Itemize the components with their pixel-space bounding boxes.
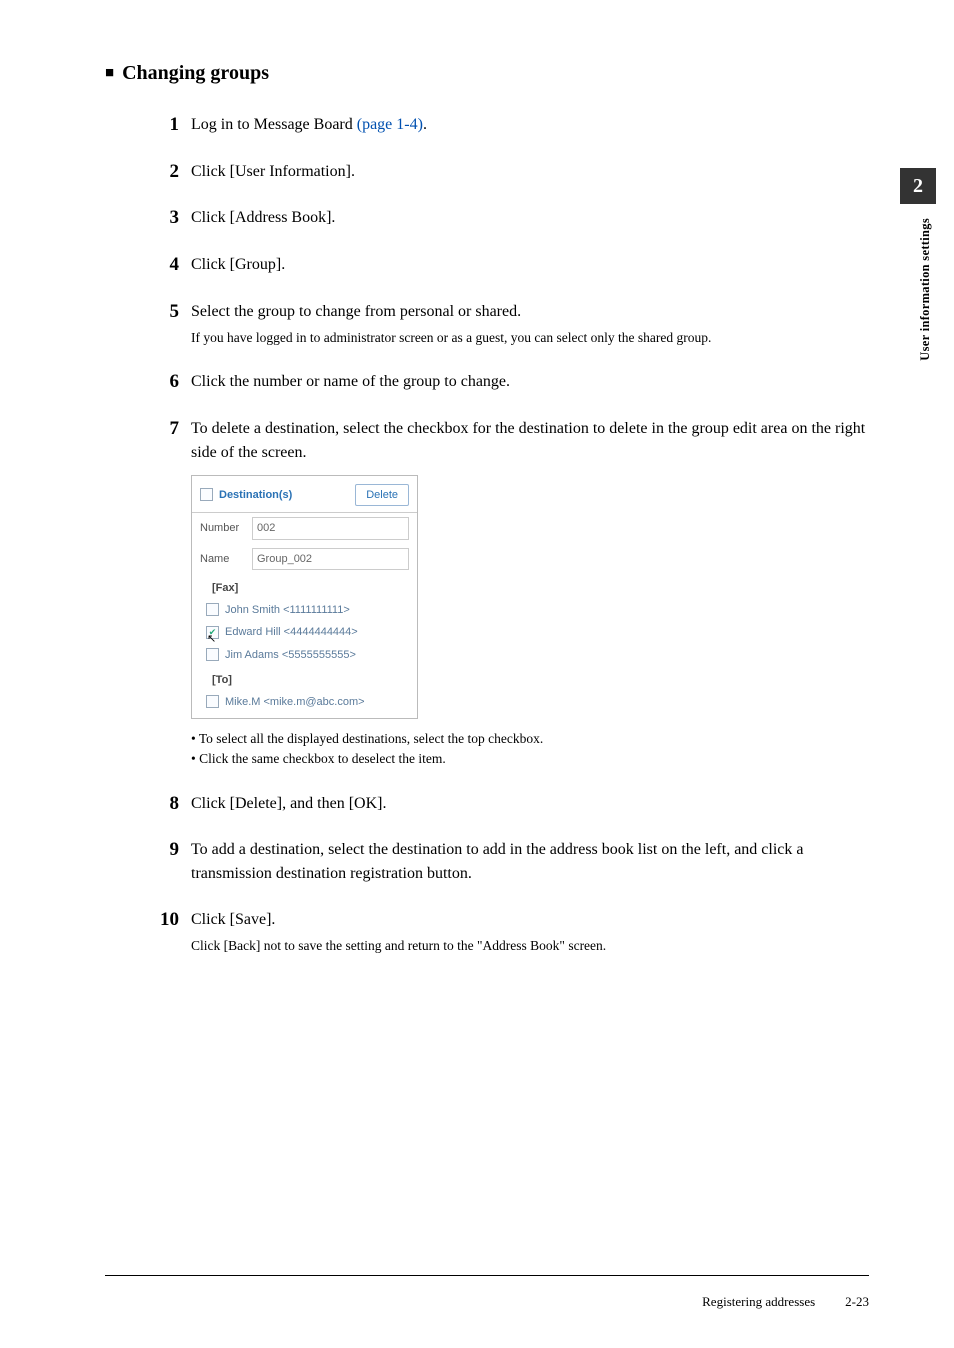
step-7: 7 To delete a destination, select the ch…: [149, 417, 869, 770]
entry-text: John Smith <1111111111>: [225, 602, 350, 619]
step-number: 7: [149, 417, 191, 770]
step-number: 10: [149, 908, 191, 956]
list-item[interactable]: Jim Adams <5555555555>: [192, 644, 417, 667]
step-4: 4 Click [Group].: [149, 253, 869, 278]
step-5: 5 Select the group to change from person…: [149, 300, 869, 348]
step-6: 6 Click the number or name of the group …: [149, 370, 869, 395]
bullet-text: Click the same checkbox to deselect the …: [191, 749, 869, 769]
list-item[interactable]: Mike.M <mike.m@abc.com>: [192, 691, 417, 719]
step-number: 1: [149, 113, 191, 138]
step-text: Click the number or name of the group to…: [191, 370, 510, 395]
category-label: [Fax]: [192, 574, 417, 599]
step-subtext: Click [Back] not to save the setting and…: [191, 936, 606, 956]
category-label: [To]: [192, 666, 417, 691]
step-text: Click [Save].: [191, 908, 606, 932]
step-number: 8: [149, 792, 191, 817]
step-text: Log in to Message Board: [191, 116, 357, 133]
entry-checkbox[interactable]: [206, 648, 219, 661]
select-all-checkbox[interactable]: [200, 488, 213, 501]
step-text: Select the group to change from personal…: [191, 300, 711, 324]
step-3: 3 Click [Address Book].: [149, 206, 869, 231]
step-9: 9 To add a destination, select the desti…: [149, 838, 869, 886]
cursor-icon: ↖: [207, 631, 216, 648]
chapter-number: 2: [913, 175, 923, 198]
page-footer: Registering addresses 2-23: [702, 1294, 869, 1310]
step-number: 5: [149, 300, 191, 348]
step-text: Click [Delete], and then [OK].: [191, 792, 386, 817]
footer-page-number: 2-23: [845, 1294, 869, 1310]
name-field[interactable]: Group_002: [252, 548, 409, 571]
step-10: 10 Click [Save]. Click [Back] not to sav…: [149, 908, 869, 956]
step-8: 8 Click [Delete], and then [OK].: [149, 792, 869, 817]
field-label: Name: [200, 551, 252, 568]
step-text: Click [Group].: [191, 253, 285, 278]
entry-text: Mike.M <mike.m@abc.com>: [225, 694, 365, 711]
delete-button[interactable]: Delete: [355, 484, 409, 507]
step-number: 4: [149, 253, 191, 278]
step-2: 2 Click [User Information].: [149, 160, 869, 185]
entry-text: Edward Hill <4444444444>: [225, 624, 358, 641]
step-1: 1 Log in to Message Board (page 1-4).: [149, 113, 869, 138]
footer-rule: [105, 1275, 869, 1276]
footer-title: Registering addresses: [702, 1294, 815, 1310]
entry-checkbox[interactable]: [206, 695, 219, 708]
step-number: 9: [149, 838, 191, 886]
step-number: 2: [149, 160, 191, 185]
list-item[interactable]: ✔ Edward Hill <4444444444> ↖: [192, 621, 417, 644]
step-text: Click [Address Book].: [191, 206, 335, 231]
panel-title: Destination(s): [219, 487, 292, 504]
chapter-tab: 2: [900, 168, 936, 204]
number-field[interactable]: 002: [252, 517, 409, 540]
step-number: 6: [149, 370, 191, 395]
bullet-text: To select all the displayed destinations…: [191, 729, 869, 749]
list-item[interactable]: John Smith <1111111111>: [192, 599, 417, 622]
section-heading: ■ Changing groups: [105, 62, 869, 85]
bullet-square-icon: ■: [105, 65, 114, 81]
step-text: To delete a destination, select the chec…: [191, 417, 869, 465]
field-label: Number: [200, 520, 252, 537]
chapter-side-label: User information settings: [918, 218, 933, 361]
section-title-text: Changing groups: [122, 62, 269, 84]
entry-text: Jim Adams <5555555555>: [225, 647, 356, 664]
step-text-tail: .: [423, 116, 427, 133]
step-text: Click [User Information].: [191, 160, 355, 185]
entry-checkbox[interactable]: [206, 603, 219, 616]
step-number: 3: [149, 206, 191, 231]
ui-screenshot: Destination(s) Delete Number 002 Name Gr…: [191, 475, 418, 720]
step-subtext: If you have logged in to administrator s…: [191, 328, 711, 348]
step-text: To add a destination, select the destina…: [191, 838, 869, 886]
page-ref-link[interactable]: (page 1-4): [357, 116, 423, 133]
